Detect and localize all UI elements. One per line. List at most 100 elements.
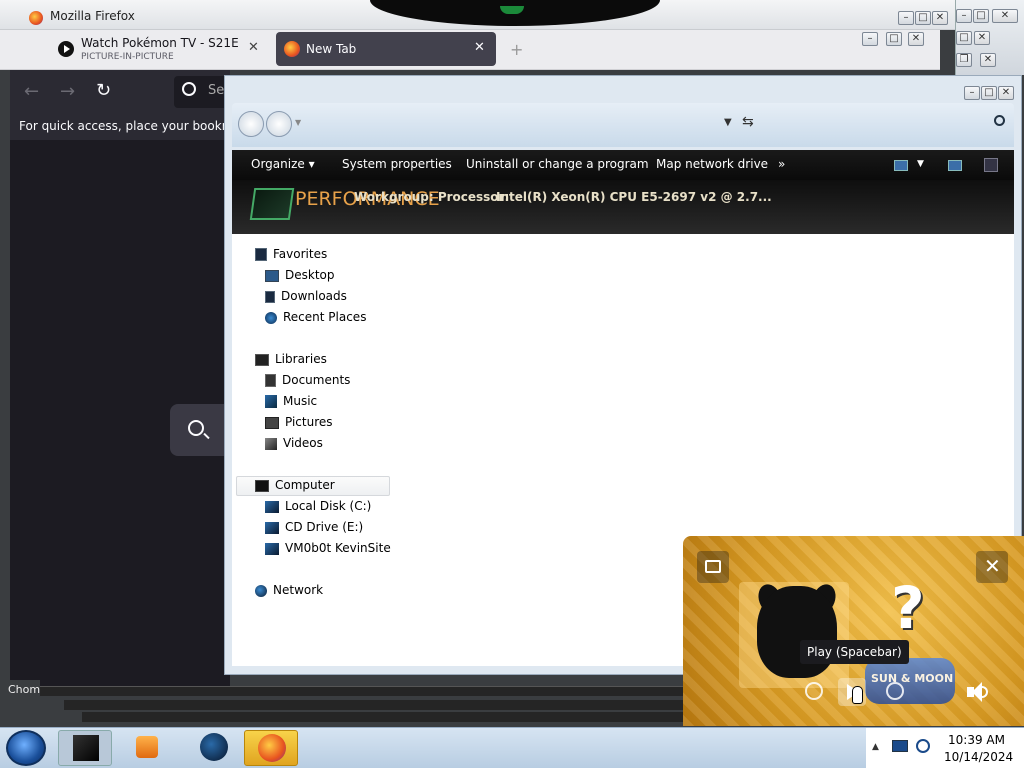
- explorer-outer-minimize-button[interactable]: –: [862, 32, 878, 46]
- firefox-logo-icon: [29, 11, 43, 25]
- clock-date[interactable]: 10/14/2024: [944, 750, 1013, 764]
- explorer-close-button[interactable]: ✕: [998, 86, 1014, 100]
- back-arrow-icon[interactable]: ←: [24, 81, 39, 102]
- search-icon: [182, 82, 196, 96]
- history-dropdown-icon[interactable]: ▼: [295, 118, 301, 127]
- nav-network[interactable]: Network: [255, 583, 323, 597]
- globe-icon: [200, 733, 228, 761]
- organize-menu[interactable]: Organize ▾: [251, 157, 315, 171]
- nav-favorites[interactable]: Favorites: [255, 247, 327, 261]
- url-bar-placeholder: Se: [208, 83, 225, 98]
- newtab-search-box[interactable]: [170, 404, 230, 456]
- taskbar-globe-icon[interactable]: [186, 730, 240, 766]
- more-commands-button[interactable]: »: [778, 157, 785, 171]
- explorer-outer-close-button[interactable]: ✕: [908, 32, 924, 46]
- explorer-maximize-button[interactable]: □: [981, 86, 997, 100]
- network-tray-icon[interactable]: [892, 740, 908, 752]
- nav-desktop[interactable]: Desktop: [265, 268, 335, 282]
- nav-local-disk[interactable]: Local Disk (C:): [265, 499, 371, 513]
- help-icon[interactable]: [984, 158, 998, 172]
- nav-documents[interactable]: Documents: [265, 373, 350, 387]
- tab-title: New Tab: [306, 42, 357, 56]
- nav-label: Network: [273, 583, 324, 597]
- explorer-minimize-button[interactable]: –: [964, 86, 980, 100]
- nav-computer[interactable]: Computer: [255, 478, 335, 492]
- explorer-outer-maximize-button[interactable]: □: [886, 32, 902, 46]
- back-button[interactable]: [238, 111, 264, 137]
- nav-label: VM0b0t KevinSite: [285, 541, 391, 555]
- reload-icon[interactable]: ↻: [96, 80, 111, 101]
- nav-network-drive[interactable]: VM0b0t KevinSite: [265, 541, 391, 555]
- cd-drive-icon: [265, 521, 279, 534]
- tray-expand-icon[interactable]: ▲: [872, 742, 879, 752]
- nav-downloads[interactable]: Downloads: [265, 289, 347, 303]
- maximize-button[interactable]: □: [915, 11, 931, 25]
- forward-arrow-icon[interactable]: →: [60, 81, 75, 102]
- outer-close-button-3[interactable]: ✕: [980, 53, 996, 67]
- disk-icon: [265, 500, 279, 513]
- nav-music[interactable]: Music: [265, 394, 317, 408]
- tab-new-tab[interactable]: New Tab ✕: [276, 32, 496, 66]
- view-options-icon[interactable]: [894, 160, 908, 171]
- nav-libraries[interactable]: Libraries: [255, 352, 327, 366]
- firefox-toolbar: ← → ↻ Se: [10, 70, 234, 114]
- computer-icon: [255, 479, 269, 492]
- pip-return-to-tab-button[interactable]: [697, 551, 729, 583]
- workgroup-processor-label: Workgroup: Processor:: [354, 190, 510, 204]
- organize-label: Organize: [251, 157, 305, 171]
- refresh-icon[interactable]: ⇆: [742, 114, 754, 130]
- close-tab-icon[interactable]: ✕: [474, 40, 485, 55]
- nav-label: Pictures: [285, 415, 333, 429]
- network-globe-icon: [255, 584, 267, 597]
- pokemon-silhouette: [757, 586, 837, 678]
- play-triangle-icon: [64, 45, 70, 53]
- pip-close-button[interactable]: ✕: [976, 551, 1008, 583]
- outer-close-button[interactable]: ✕: [992, 9, 1018, 23]
- outer-maximize-button-2[interactable]: □: [956, 31, 972, 45]
- address-dropdown-icon[interactable]: ▼: [724, 117, 732, 128]
- outer-close-button-2[interactable]: ✕: [974, 31, 990, 45]
- logo-text: SUN & MOON: [871, 672, 954, 685]
- search-icon[interactable]: [994, 115, 1005, 126]
- nav-cd-drive[interactable]: CD Drive (E:): [265, 520, 363, 534]
- nav-recent-places[interactable]: Recent Places: [265, 310, 366, 324]
- outer-restore-button[interactable]: ❐: [956, 53, 972, 67]
- taskbar-firefox-icon[interactable]: [244, 730, 298, 766]
- close-button[interactable]: ✕: [932, 11, 948, 25]
- taskbar-computer-icon[interactable]: [58, 730, 112, 766]
- preview-pane-icon[interactable]: [948, 160, 962, 171]
- network-drive-icon: [265, 542, 279, 555]
- close-tab-icon[interactable]: ✕: [248, 40, 259, 55]
- rewind-icon[interactable]: [805, 682, 823, 700]
- question-mark-graphic: ?: [891, 574, 925, 642]
- minimize-button[interactable]: –: [898, 11, 914, 25]
- monitor-icon: [249, 188, 295, 220]
- view-dropdown-icon[interactable]: ▼: [917, 159, 924, 169]
- documents-icon: [265, 374, 276, 387]
- clock-time[interactable]: 10:39 AM: [948, 733, 1005, 747]
- uninstall-program-button[interactable]: Uninstall or change a program: [466, 157, 649, 171]
- nav-videos[interactable]: Videos: [265, 436, 323, 450]
- new-tab-plus-icon[interactable]: +: [510, 40, 523, 59]
- nav-label: Desktop: [285, 268, 335, 282]
- outer-minimize-button[interactable]: –: [956, 9, 972, 23]
- nav-label: Documents: [282, 373, 351, 387]
- volume-tray-icon[interactable]: [916, 739, 930, 753]
- mouse-cursor-hand-icon: [852, 686, 863, 704]
- taskbar-media-player-icon[interactable]: [120, 730, 174, 766]
- nav-pictures[interactable]: Pictures: [265, 415, 333, 429]
- outer-maximize-button[interactable]: □: [973, 9, 989, 23]
- map-network-drive-button[interactable]: Map network drive: [656, 157, 768, 171]
- system-info-banner: PERFORMANCE Workgroup: Processor: Intel(…: [232, 180, 1014, 234]
- background-window-edge: [40, 686, 684, 696]
- forward-button[interactable]: [266, 111, 292, 137]
- close-icon: ✕: [984, 554, 1001, 578]
- sun-moon-logo: SUN & MOON: [865, 658, 955, 704]
- fast-forward-icon[interactable]: [886, 682, 904, 700]
- volume-icon[interactable]: [967, 682, 989, 702]
- start-button[interactable]: [6, 730, 46, 766]
- nav-label: Favorites: [273, 247, 328, 261]
- system-properties-button[interactable]: System properties: [342, 157, 452, 171]
- recent-places-icon: [265, 311, 277, 324]
- tab-pokemon-tv[interactable]: Watch Pokémon TV - S21E02 - PICTURE-IN-P…: [50, 32, 270, 66]
